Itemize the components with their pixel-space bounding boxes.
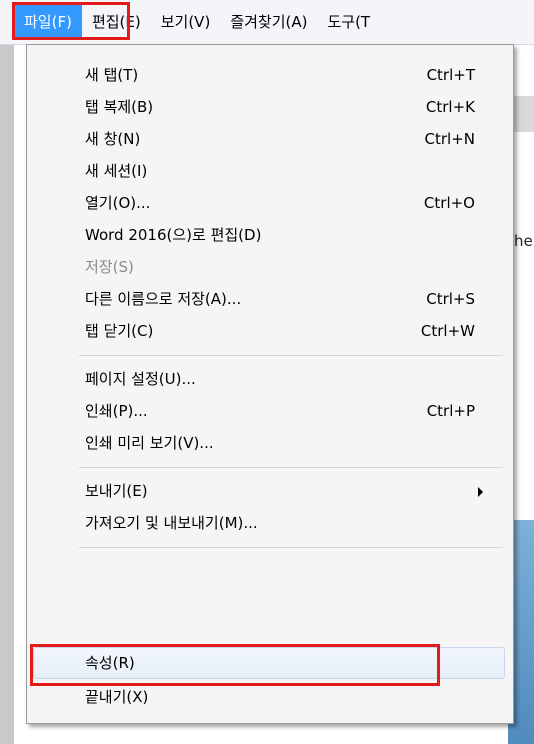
menu-item-label: 탭 닫기(C) <box>85 322 154 340</box>
menu-item-save: 저장(S) <box>27 251 513 283</box>
menu-item-new-tab[interactable]: 새 탭(T) Ctrl+T <box>27 59 513 91</box>
menu-item-print-preview[interactable]: 인쇄 미리 보기(V)... <box>27 427 513 459</box>
menu-separator <box>79 355 503 356</box>
menu-file[interactable]: 파일(F) <box>14 5 82 39</box>
menu-item-properties[interactable]: 속성(R) <box>27 647 513 679</box>
menu-item-page-setup[interactable]: 페이지 설정(U)... <box>27 363 513 395</box>
menu-item-shortcut: Ctrl+S <box>426 290 475 308</box>
menu-item-label: 다른 이름으로 저장(A)... <box>85 290 242 308</box>
menu-item-label: 인쇄(P)... <box>85 402 148 420</box>
menu-item-label: 보내기(E) <box>85 482 148 500</box>
menu-bar: 파일(F) 편집(E) 보기(V) 즐겨찾기(A) 도구(T <box>0 0 534 45</box>
menu-item-label: Word 2016(으)로 편집(D) <box>85 226 262 244</box>
menu-item-label: 인쇄 미리 보기(V)... <box>85 434 214 452</box>
menu-item-close-tab[interactable]: 탭 닫기(C) Ctrl+W <box>27 315 513 347</box>
menu-favorites[interactable]: 즐겨찾기(A) <box>220 5 317 39</box>
menu-item-shortcut: Ctrl+W <box>420 322 475 340</box>
menu-item-shortcut: Ctrl+K <box>425 98 475 116</box>
menu-item-label: 탭 복제(B) <box>85 98 154 116</box>
menu-item-save-as[interactable]: 다른 이름으로 저장(A)... Ctrl+S <box>27 283 513 315</box>
menu-item-label: 속성(R) <box>85 654 135 672</box>
file-dropdown-menu: 새 탭(T) Ctrl+T 탭 복제(B) Ctrl+K 새 창(N) Ctrl… <box>26 44 514 724</box>
menu-tools[interactable]: 도구(T <box>317 5 380 39</box>
menu-item-duplicate-tab[interactable]: 탭 복제(B) Ctrl+K <box>27 91 513 123</box>
menu-item-open[interactable]: 열기(O)... Ctrl+O <box>27 187 513 219</box>
menu-item-label: 새 창(N) <box>85 130 141 148</box>
menu-item-new-window[interactable]: 새 창(N) Ctrl+N <box>27 123 513 155</box>
menu-item-send[interactable]: 보내기(E) <box>27 475 513 507</box>
submenu-arrow-icon <box>478 487 483 497</box>
menu-item-import-export[interactable]: 가져오기 및 내보내기(M)... <box>27 507 513 539</box>
menu-item-label: 새 세션(I) <box>85 162 148 180</box>
menu-separator <box>79 547 503 548</box>
menu-item-label: 페이지 설정(U)... <box>85 370 196 388</box>
menu-item-shortcut: Ctrl+T <box>426 66 475 84</box>
menu-separator <box>79 467 503 468</box>
menu-item-edit-with-word[interactable]: Word 2016(으)로 편집(D) <box>27 219 513 251</box>
menu-view[interactable]: 보기(V) <box>151 5 221 39</box>
menu-item-label: 열기(O)... <box>85 194 151 212</box>
menu-item-label: 저장(S) <box>85 258 134 276</box>
menu-item-shortcut: Ctrl+N <box>424 130 475 148</box>
menu-item-label: 새 탭(T) <box>85 66 139 84</box>
menu-item-label: 가져오기 및 내보내기(M)... <box>85 514 258 532</box>
menu-item-print[interactable]: 인쇄(P)... Ctrl+P <box>27 395 513 427</box>
menu-item-exit[interactable]: 끝내기(X) <box>27 681 513 713</box>
menu-item-label: 끝내기(X) <box>85 688 149 706</box>
background-text: he <box>514 232 533 250</box>
menu-item-new-session[interactable]: 새 세션(I) <box>27 155 513 187</box>
menu-item-shortcut: Ctrl+P <box>426 402 475 420</box>
menu-edit[interactable]: 편집(E) <box>82 5 151 39</box>
menu-item-shortcut: Ctrl+O <box>423 194 475 212</box>
